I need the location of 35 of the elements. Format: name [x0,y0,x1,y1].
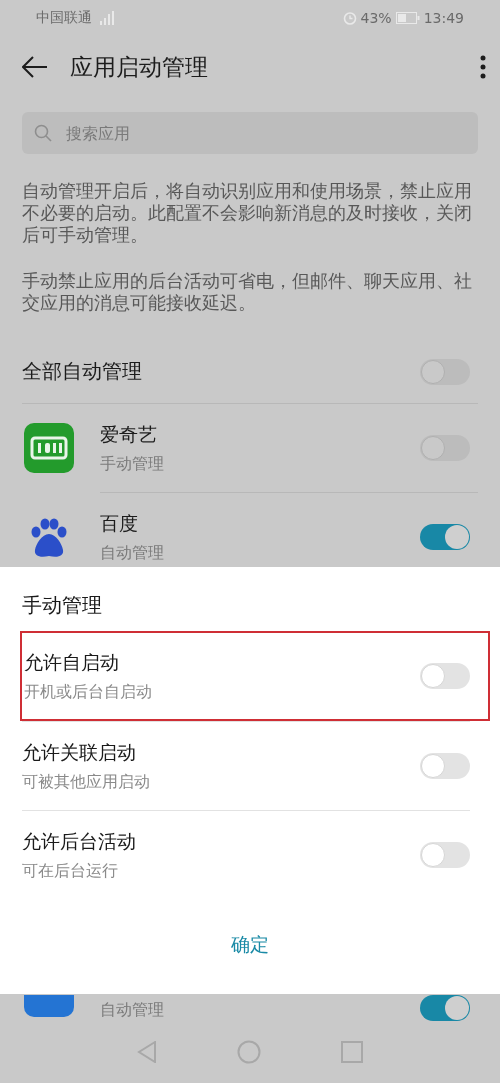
carrier-name: 中国联通 [36,9,92,27]
clock-time: 13:49 [423,10,464,26]
confirm-button[interactable]: 确定 [207,924,293,966]
app-name: 爱奇艺 [100,421,158,447]
app-name: 百度 [100,510,139,536]
option-hint: 可在后台运行 [22,860,119,882]
toggle-switch[interactable] [420,753,470,779]
back-icon[interactable] [22,56,48,78]
toggle-switch[interactable] [420,995,470,1021]
page-title: 应用启动管理 [70,52,209,82]
setting-label: 全部自动管理 [22,358,143,385]
more-icon[interactable] [480,55,486,79]
search-icon [34,124,52,142]
app-mode: 手动管理 [100,453,165,475]
search-field[interactable]: 搜索应用 [22,112,478,154]
option-label: 允许后台活动 [22,828,137,854]
home-icon[interactable] [237,1040,261,1064]
toggle-switch[interactable] [420,842,470,868]
toggle-switch[interactable] [420,524,470,550]
option-label: 允许自启动 [24,649,120,675]
alarm-icon [342,11,357,25]
battery-percent: 43% [360,10,392,26]
app-mode: 自动管理 [100,542,165,564]
option-hint: 开机或后台自启动 [24,681,153,703]
option-hint: 可被其他应用启动 [22,771,151,793]
toggle-switch[interactable] [420,435,470,461]
app-mode: 自动管理 [100,1000,165,1021]
battery-icon [395,12,420,24]
description-text: 自动管理开启后，将自动识别应用和使用场景，禁止应用不必要的启动。此配置不会影响新消息的及时接收，关闭后可手动管理。 [22,180,473,246]
toggle-switch[interactable] [420,663,470,689]
toggle-switch[interactable] [420,358,470,385]
recents-icon[interactable] [341,1041,363,1063]
description-text: 手动禁止应用的后台活动可省电，但邮件、聊天应用、社交应用的消息可能接收延迟。 [22,270,473,314]
sheet-title: 手动管理 [22,592,103,619]
option-label: 允许关联启动 [22,739,137,765]
